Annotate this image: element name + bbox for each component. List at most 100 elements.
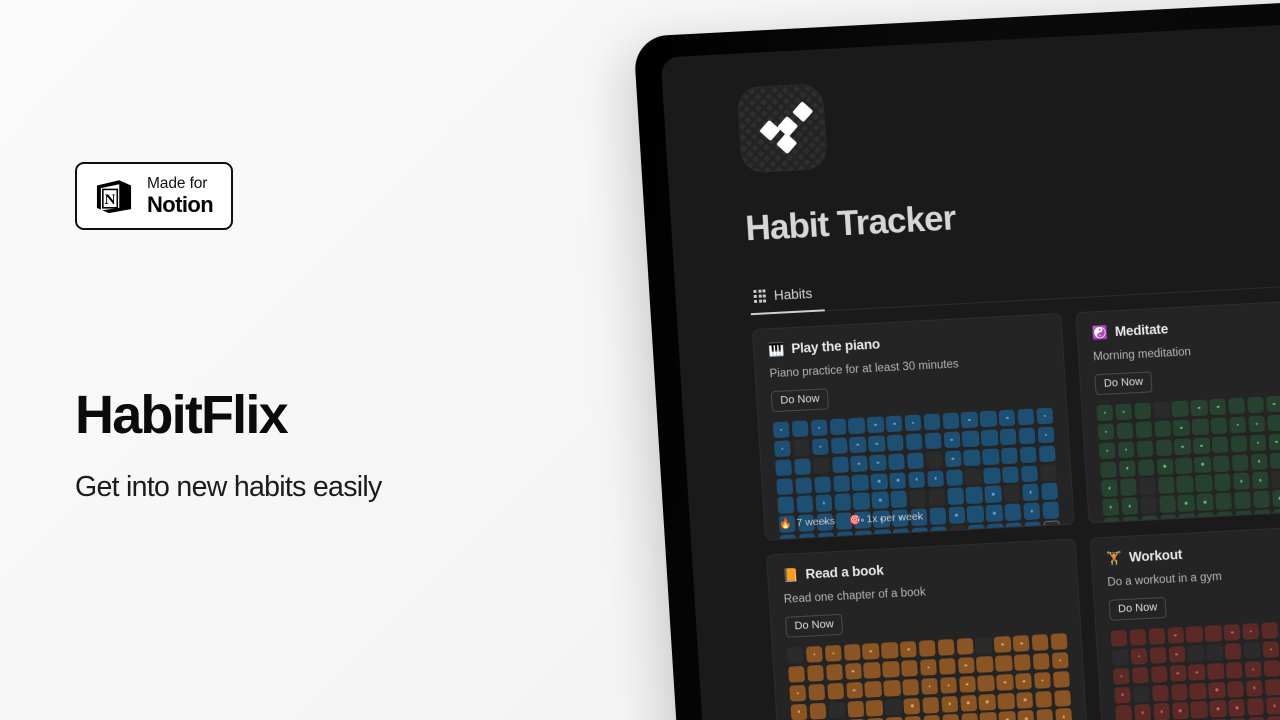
heatmap-cell[interactable] [863,661,881,679]
heatmap-cell[interactable] [1114,686,1132,704]
heatmap-cell[interactable] [957,656,975,674]
heatmap-cell[interactable] [809,702,827,720]
heatmap-cell[interactable] [1000,447,1019,465]
heatmap-cell[interactable] [865,699,884,717]
heatmap-cell[interactable] [1209,398,1227,416]
heatmap-cell[interactable] [889,471,907,490]
heatmap-cell[interactable] [1018,427,1036,445]
heatmap-cell[interactable] [1099,460,1118,478]
heatmap-cell[interactable] [1246,698,1265,716]
heatmap-cell[interactable] [843,643,861,662]
heatmap-cell[interactable] [903,697,921,715]
heatmap-cell[interactable] [924,432,942,450]
heatmap-cell[interactable] [960,411,979,429]
heatmap-cell[interactable] [923,413,941,431]
heatmap-cell[interactable] [1231,453,1249,472]
heatmap-cell[interactable] [960,713,979,720]
heatmap-cell[interactable] [1015,672,1033,690]
heatmap-cell[interactable] [1013,653,1032,672]
heatmap-cell[interactable] [982,448,1000,466]
heatmap-cell[interactable] [811,438,829,456]
heatmap-cell[interactable] [1263,659,1280,677]
heatmap-cell[interactable] [980,429,999,447]
heatmap-cell[interactable] [1172,419,1191,437]
heatmap-cell[interactable] [997,692,1015,710]
heatmap-cell[interactable] [884,698,902,716]
heatmap-cell[interactable] [996,673,1014,691]
heatmap-cell[interactable] [923,715,941,720]
heatmap-cell[interactable] [1229,416,1247,434]
heatmap-cell[interactable] [1035,690,1053,708]
heatmap-cell[interactable] [795,476,813,494]
heatmap-cell[interactable] [1209,700,1227,718]
heatmap-cell[interactable] [805,645,824,664]
heatmap-cell[interactable] [1038,445,1056,463]
heatmap-cell[interactable] [1265,395,1280,413]
heatmap-cell[interactable] [1252,490,1271,508]
heatmap-cell[interactable] [993,636,1012,654]
heatmap-cell[interactable] [788,665,806,683]
heatmap-cell[interactable] [986,523,1005,541]
heatmap-cell[interactable] [1193,455,1212,474]
heatmap-cell[interactable] [1023,502,1041,520]
heatmap-cell[interactable] [1003,484,1021,502]
heatmap-cell[interactable] [1043,520,1061,538]
habit-card[interactable]: 🎹 Play the piano Piano practice for at lea… [751,312,1075,541]
heatmap-cell[interactable] [920,677,939,695]
heatmap-cell[interactable] [943,431,961,449]
heatmap-cell[interactable] [1261,622,1279,640]
heatmap-cell[interactable] [776,477,794,495]
heatmap-cell[interactable] [1171,702,1189,720]
heatmap-cell[interactable] [1110,629,1128,648]
heatmap-cell[interactable] [911,527,929,541]
heatmap-cell[interactable] [1037,426,1055,444]
heatmap-cell[interactable] [1040,482,1059,500]
heatmap-cell[interactable] [998,711,1016,720]
heatmap-cell[interactable] [1195,474,1213,492]
heatmap-cell[interactable] [1253,509,1272,524]
heatmap-cell[interactable] [966,505,985,523]
heatmap-cell[interactable] [1148,627,1166,646]
heatmap-cell[interactable] [907,470,926,489]
heatmap-cell[interactable] [1213,473,1232,491]
heatmap-cell[interactable] [791,420,809,438]
heatmap-cell[interactable] [808,683,826,701]
heatmap-cell[interactable] [1171,400,1189,418]
heatmap-cell[interactable] [1168,645,1186,663]
heatmap-cell[interactable] [1153,420,1172,438]
heatmap-cell[interactable] [1103,517,1121,524]
heatmap-cell[interactable] [869,454,887,472]
heatmap-cell[interactable] [833,493,852,511]
heatmap-cell[interactable] [825,663,844,681]
heatmap-cell[interactable] [927,488,946,506]
heatmap-cell[interactable] [885,415,903,433]
heatmap-cell[interactable] [1152,401,1171,419]
heatmap-cell[interactable] [1112,667,1131,685]
heatmap-cell[interactable] [904,716,922,720]
heatmap-cell[interactable] [1117,441,1135,459]
heatmap-cell[interactable] [1019,446,1038,464]
heatmap-cell[interactable] [1268,433,1280,451]
heatmap-cell[interactable] [829,418,847,436]
heatmap-cell[interactable] [1245,679,1264,697]
heatmap-cell[interactable] [940,695,959,713]
habit-card[interactable]: 📙 Read a book Read one chapter of a book Do… [766,538,1089,720]
heatmap-cell[interactable] [1122,516,1140,524]
heatmap-cell[interactable] [1228,397,1246,415]
heatmap-cell[interactable] [847,417,866,435]
heatmap-cell[interactable] [1137,458,1155,476]
heatmap-cell[interactable] [1196,493,1214,511]
heatmap-cell[interactable] [925,451,943,469]
heatmap-cell[interactable] [882,660,900,678]
heatmap-cell[interactable] [1050,633,1068,651]
heatmap-cell[interactable] [1020,464,1039,483]
heatmap-cell[interactable] [1224,642,1242,660]
heatmap-cell[interactable] [946,487,965,505]
heatmap-cell[interactable] [1131,666,1149,684]
heatmap-cell[interactable] [1205,643,1224,661]
heatmap-cell[interactable] [1004,503,1022,521]
heatmap-cell[interactable] [1036,709,1054,720]
heatmap-cell[interactable] [871,491,889,509]
heatmap-cell[interactable] [1119,478,1138,496]
heatmap-cell[interactable] [1039,463,1058,482]
